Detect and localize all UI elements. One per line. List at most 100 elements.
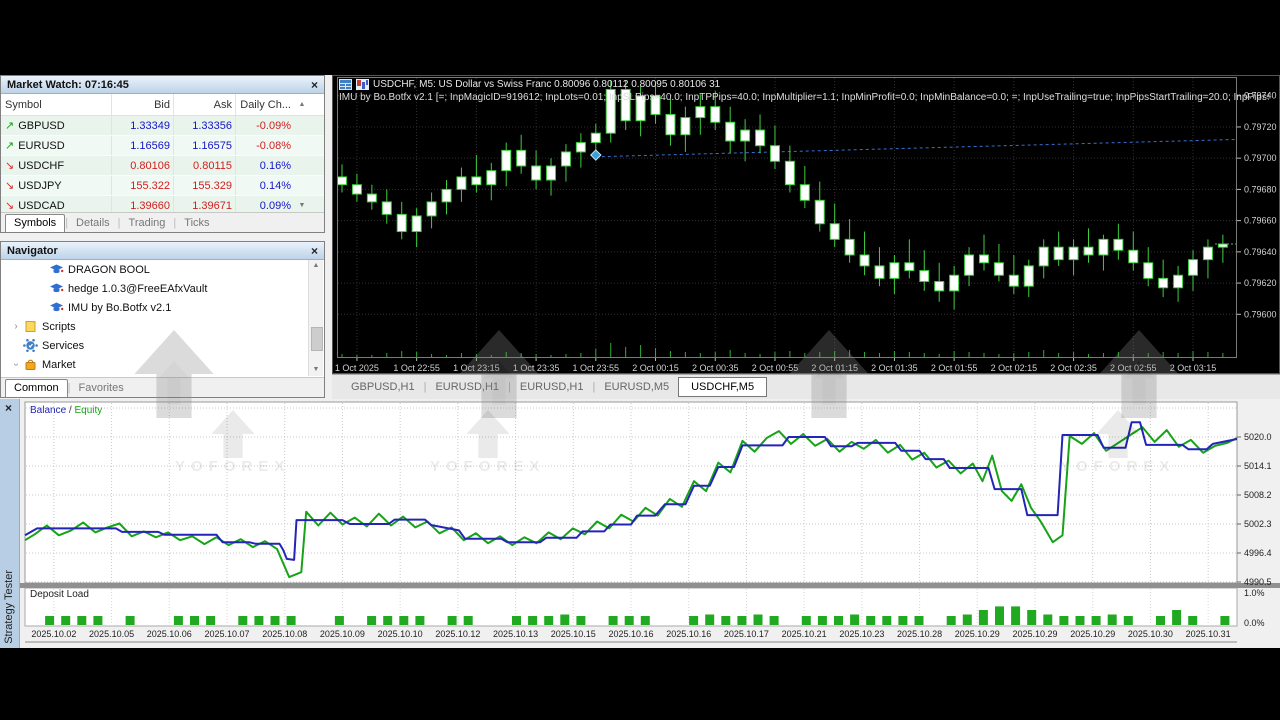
navigator-item-hedge-1-0-3-freeeafxvault[interactable]: hedge 1.0.3@FreeEAfxVault bbox=[2, 279, 308, 298]
ask-value: 1.33356 bbox=[173, 116, 235, 135]
deposit-load-label: Deposit Load bbox=[30, 589, 89, 600]
balance-equity-legend: Balance / Equity bbox=[30, 405, 102, 416]
navigator-tabstrip: Common | Favorites bbox=[1, 377, 324, 397]
svg-text:2025.10.29: 2025.10.29 bbox=[1070, 629, 1115, 639]
svg-text:2 Oct 01:35: 2 Oct 01:35 bbox=[871, 363, 918, 373]
navigator-tab-common[interactable]: Common bbox=[5, 379, 68, 397]
market-watch-tab-trading[interactable]: Trading bbox=[121, 215, 174, 232]
market-watch-tab-details[interactable]: Details bbox=[68, 215, 118, 232]
svg-text:2025.10.17: 2025.10.17 bbox=[724, 629, 769, 639]
daily-change-value: 0.14% bbox=[235, 176, 294, 195]
daily-change-value: -0.08% bbox=[235, 136, 294, 155]
tester-report-chart: 2025.10.02 2025.10.05 2025.10.06 2025.10.07… bbox=[0, 401, 1280, 643]
navigator-title: Navigator bbox=[7, 244, 58, 257]
navigator-tab-favorites[interactable]: Favorites bbox=[70, 380, 131, 397]
symbol-row[interactable]: ↘ USDCHF 0.80106 0.80115 0.16% bbox=[1, 156, 324, 176]
scrollbar-thumb[interactable] bbox=[311, 327, 323, 352]
svg-text:2025.10.16: 2025.10.16 bbox=[608, 629, 653, 639]
svg-text:0.79720: 0.79720 bbox=[1244, 122, 1277, 132]
scroll-down-icon[interactable]: ▼ bbox=[309, 364, 323, 376]
svg-text:1 Oct 23:35: 1 Oct 23:35 bbox=[513, 363, 560, 373]
chart-tab-2[interactable]: EURUSD,H1 bbox=[511, 378, 593, 396]
svg-text:2 Oct 02:55: 2 Oct 02:55 bbox=[1110, 363, 1157, 373]
symbol-cell: ↘ USDCHF bbox=[1, 159, 111, 173]
symbol-row[interactable]: ↗ EURUSD 1.16569 1.16575 -0.08% bbox=[1, 136, 324, 156]
market-watch-panel: Market Watch: 07:16:45 × Symbol Bid Ask Dai… bbox=[0, 75, 325, 233]
close-icon[interactable]: × bbox=[311, 245, 318, 257]
column-header[interactable]: Symbol bbox=[1, 99, 111, 111]
candlestick-chart[interactable]: 0.797400.797200.797000.796800.796600.796… bbox=[333, 76, 1279, 373]
chevron-down-icon[interactable]: › bbox=[11, 359, 22, 371]
svg-text:0.79700: 0.79700 bbox=[1244, 153, 1277, 163]
symbol-cell: ↘ USDCAD bbox=[1, 199, 111, 213]
navigator-item-scripts[interactable]: › Scripts bbox=[2, 317, 308, 336]
symbol-name: USDCAD bbox=[18, 199, 65, 212]
svg-text:5020.0: 5020.0 bbox=[1244, 432, 1272, 442]
svg-text:2025.10.06: 2025.10.06 bbox=[147, 629, 192, 639]
chart-tab-3[interactable]: EURUSD,M5 bbox=[595, 378, 678, 396]
ask-value: 1.16575 bbox=[173, 136, 235, 155]
symbol-row[interactable]: ↗ GBPUSD 1.33349 1.33356 -0.09% bbox=[1, 116, 324, 136]
svg-text:4990.5: 4990.5 bbox=[1244, 577, 1272, 587]
svg-text:2025.10.15: 2025.10.15 bbox=[551, 629, 596, 639]
navigator-item-market[interactable]: › Market bbox=[2, 355, 308, 374]
svg-text:5008.2: 5008.2 bbox=[1244, 490, 1272, 500]
svg-text:2025.10.13: 2025.10.13 bbox=[493, 629, 538, 639]
svg-text:0.79680: 0.79680 bbox=[1244, 184, 1277, 194]
navigator-scrollbar[interactable]: ▲ ▼ bbox=[308, 260, 323, 376]
arrow-up-icon: ↗ bbox=[5, 120, 15, 132]
svg-text:4996.4: 4996.4 bbox=[1244, 548, 1272, 558]
market-watch-tab-ticks[interactable]: Ticks bbox=[176, 215, 217, 232]
chart-tab-0[interactable]: GBPUSD,H1 bbox=[342, 378, 424, 396]
chart-tab-1[interactable]: EURUSD,H1 bbox=[426, 378, 508, 396]
symbol-cell: ↗ EURUSD bbox=[1, 139, 111, 153]
svg-text:2025.10.02: 2025.10.02 bbox=[31, 629, 76, 639]
market-watch-titlebar: Market Watch: 07:16:45 × bbox=[1, 76, 324, 94]
svg-text:1 Oct 22:55: 1 Oct 22:55 bbox=[393, 363, 440, 373]
symbol-cell: ↗ GBPUSD bbox=[1, 119, 111, 133]
market-watch-tabstrip: Symbols | Details | Trading | Ticks bbox=[1, 212, 324, 232]
market-watch-tab-symbols[interactable]: Symbols bbox=[5, 214, 66, 232]
navigator-titlebar: Navigator × bbox=[1, 242, 324, 260]
svg-text:1 Oct 2025: 1 Oct 2025 bbox=[335, 363, 379, 373]
tester-strip-label: Strategy Tester bbox=[3, 570, 15, 644]
chart-tab-4[interactable]: USDCHF,M5 bbox=[678, 377, 768, 397]
svg-text:2025.10.05: 2025.10.05 bbox=[89, 629, 134, 639]
column-header[interactable]: Ask bbox=[173, 94, 235, 115]
symbol-name: USDJPY bbox=[18, 179, 62, 192]
navigator-item-imu-by-bo-botfx-v2-1[interactable]: IMU by Bo.Botfx v2.1 bbox=[2, 298, 308, 317]
scroll-down-icon[interactable]: ▼ bbox=[294, 202, 310, 209]
scroll-up-icon[interactable]: ▲ bbox=[294, 101, 310, 108]
svg-text:0.0%: 0.0% bbox=[1244, 618, 1265, 628]
navigator-item-label: Market bbox=[42, 358, 76, 371]
navigator-item-dragon-bool[interactable]: DRAGON BOOL bbox=[2, 260, 308, 279]
svg-text:0.79660: 0.79660 bbox=[1244, 216, 1277, 226]
chart-window[interactable]: 0.79740 0.79720 0.79700 0.79680 0.79660 0.796… bbox=[332, 75, 1280, 374]
legend-balance: Balance bbox=[30, 405, 67, 416]
navigator-panel: Navigator × DRAGON BOOL hedge 1.0.3@FreeE… bbox=[0, 241, 325, 398]
scripts-icon bbox=[22, 320, 38, 333]
tester-side-strip[interactable]: × Strategy Tester bbox=[0, 399, 20, 648]
navigator-item-services[interactable]: Services bbox=[2, 336, 308, 355]
strategy-tester-panel: 2025.10.02 2025.10.05 2025.10.06 2025.10.07… bbox=[0, 399, 1280, 648]
close-icon[interactable]: × bbox=[311, 79, 318, 91]
column-header[interactable]: Daily Ch... bbox=[235, 94, 294, 115]
ea-icon bbox=[48, 301, 64, 314]
symbol-row[interactable]: ↘ USDJPY 155.322 155.329 0.14% bbox=[1, 176, 324, 196]
svg-text:0.79600: 0.79600 bbox=[1244, 309, 1277, 319]
navigator-item-label: hedge 1.0.3@FreeEAfxVault bbox=[68, 282, 208, 295]
ask-value: 0.80115 bbox=[173, 156, 235, 175]
arrow-down-icon: ↘ bbox=[5, 180, 15, 192]
services-icon bbox=[22, 339, 38, 352]
svg-text:2025.10.30: 2025.10.30 bbox=[1128, 629, 1173, 639]
scroll-up-icon[interactable]: ▲ bbox=[309, 260, 323, 272]
column-header[interactable]: Bid bbox=[111, 94, 173, 115]
chevron-right-icon[interactable]: › bbox=[10, 321, 22, 332]
symbol-cell: ↘ USDJPY bbox=[1, 179, 111, 193]
close-icon[interactable]: × bbox=[5, 402, 12, 414]
bid-value: 0.80106 bbox=[111, 156, 173, 175]
bid-value: 155.322 bbox=[111, 176, 173, 195]
svg-text:2 Oct 02:35: 2 Oct 02:35 bbox=[1050, 363, 1097, 373]
bid-value: 1.16569 bbox=[111, 136, 173, 155]
svg-text:2025.10.29: 2025.10.29 bbox=[1012, 629, 1057, 639]
